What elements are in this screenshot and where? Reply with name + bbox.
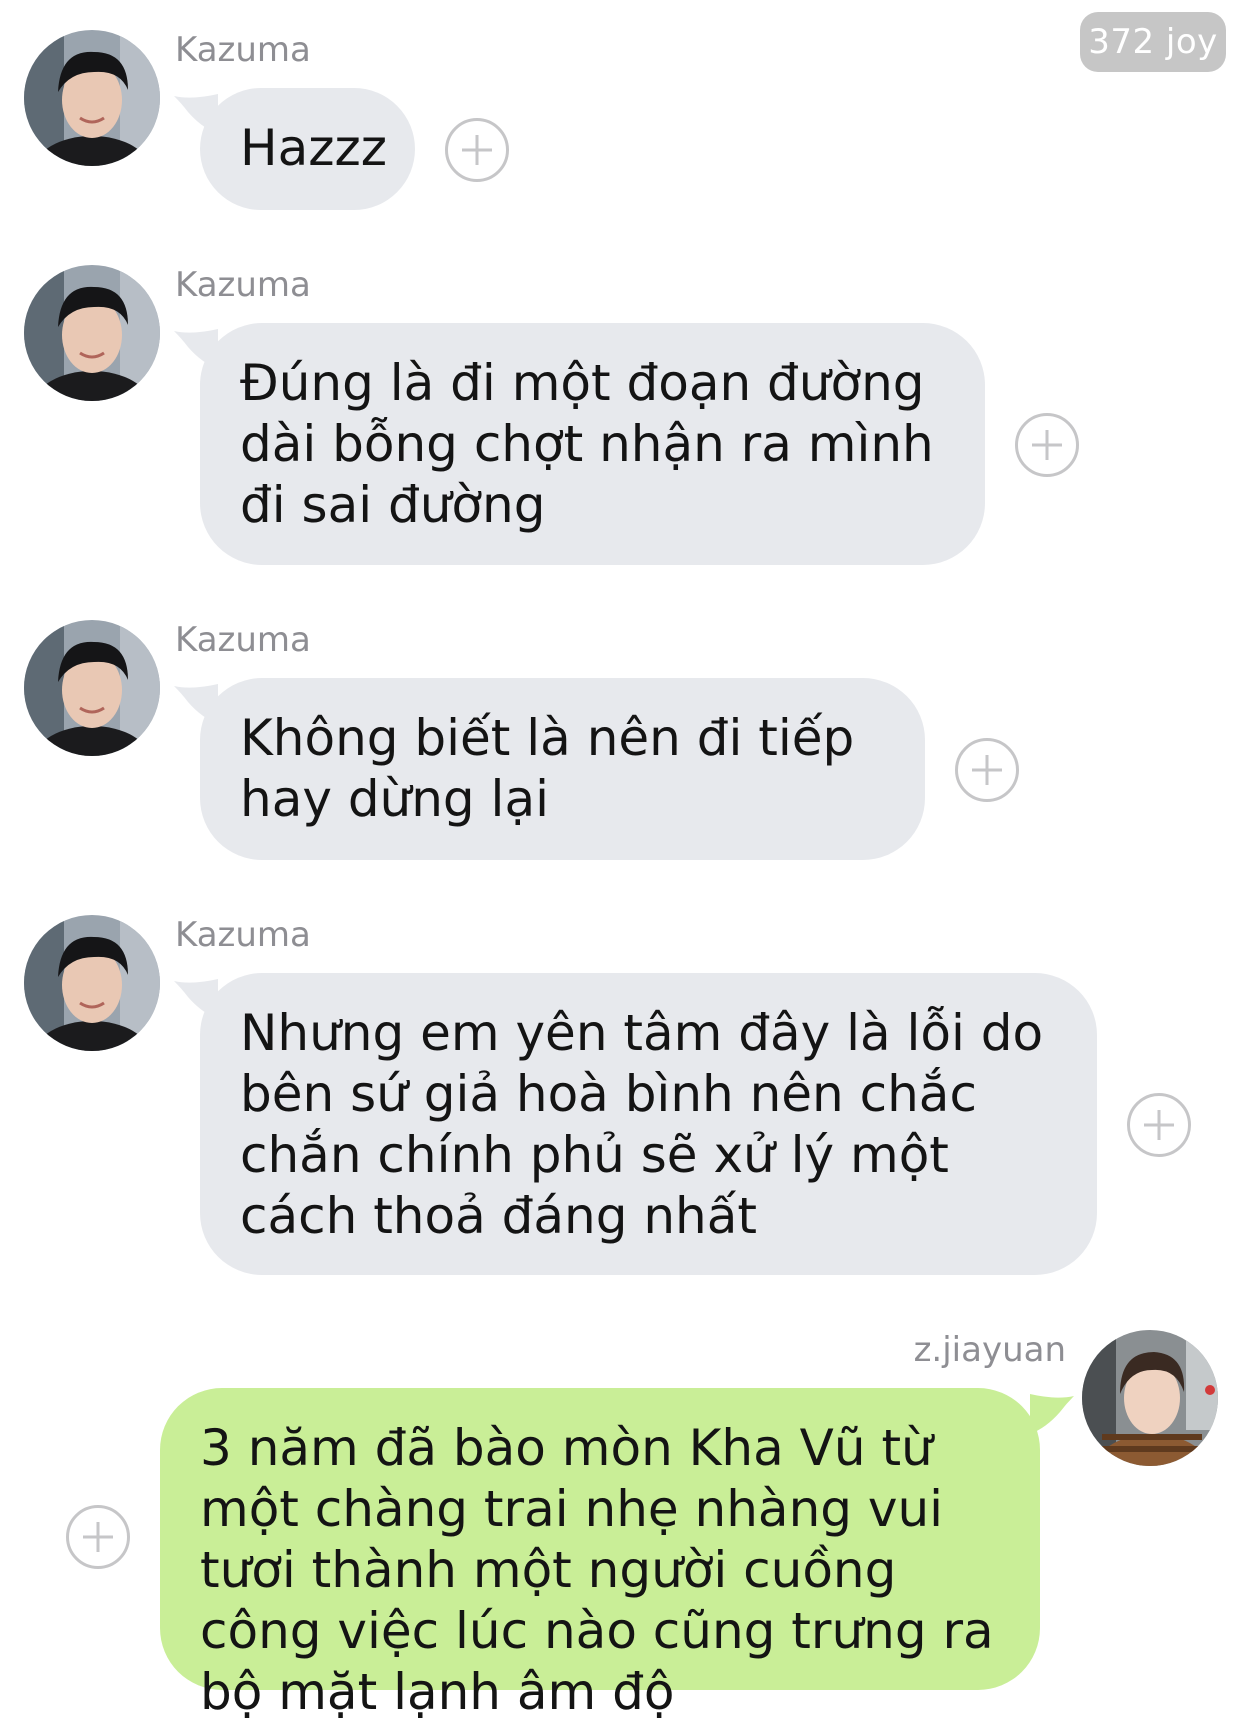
add-reaction-button[interactable] bbox=[445, 118, 509, 182]
add-reaction-button[interactable] bbox=[955, 738, 1019, 802]
avatar[interactable] bbox=[24, 915, 160, 1051]
message-bubble[interactable]: 3 năm đã bào mòn Kha Vũ từ một chàng tra… bbox=[160, 1388, 1040, 1721]
message-row: Kazuma Nhưng em yên tâm đây là lỗi do bê… bbox=[0, 885, 1242, 1285]
sender-name: Kazuma bbox=[175, 30, 311, 70]
message-row: Kazuma Đúng là đi một đoạn đường dài bỗn… bbox=[0, 235, 1242, 575]
user-avatar-kazuma-icon bbox=[24, 915, 160, 1051]
user-avatar-kazuma-icon bbox=[24, 620, 160, 756]
add-reaction-button[interactable] bbox=[66, 1505, 130, 1569]
message-row: Kazuma Không biết là nên đi tiếp hay dừn… bbox=[0, 590, 1242, 870]
sender-name: z.jiayuan bbox=[913, 1330, 1066, 1370]
message-row: z.jiayuan 3 năm đã bào mòn Kha Vũ từ một… bbox=[0, 1300, 1242, 1721]
message-row: Kazuma Hazzz bbox=[0, 0, 1242, 220]
sender-name: Kazuma bbox=[175, 915, 311, 955]
sender-name: Kazuma bbox=[175, 620, 311, 660]
avatar[interactable] bbox=[24, 30, 160, 166]
add-reaction-button[interactable] bbox=[1127, 1093, 1191, 1157]
message-bubble[interactable]: Đúng là đi một đoạn đường dài bỗng chợt … bbox=[200, 323, 985, 565]
message-bubble[interactable]: Nhưng em yên tâm đây là lỗi do bên sứ gi… bbox=[200, 973, 1097, 1275]
sender-name: Kazuma bbox=[175, 265, 311, 305]
message-bubble[interactable]: Hazzz bbox=[200, 88, 415, 210]
message-bubble[interactable]: Không biết là nên đi tiếp hay dừng lại bbox=[200, 678, 925, 860]
user-avatar-kazuma-icon bbox=[24, 265, 160, 401]
add-reaction-button[interactable] bbox=[1015, 413, 1079, 477]
avatar[interactable] bbox=[1082, 1330, 1218, 1466]
user-avatar-kazuma-icon bbox=[24, 30, 160, 166]
user-avatar-jiayuan-icon bbox=[1082, 1330, 1218, 1466]
avatar[interactable] bbox=[24, 265, 160, 401]
avatar[interactable] bbox=[24, 620, 160, 756]
